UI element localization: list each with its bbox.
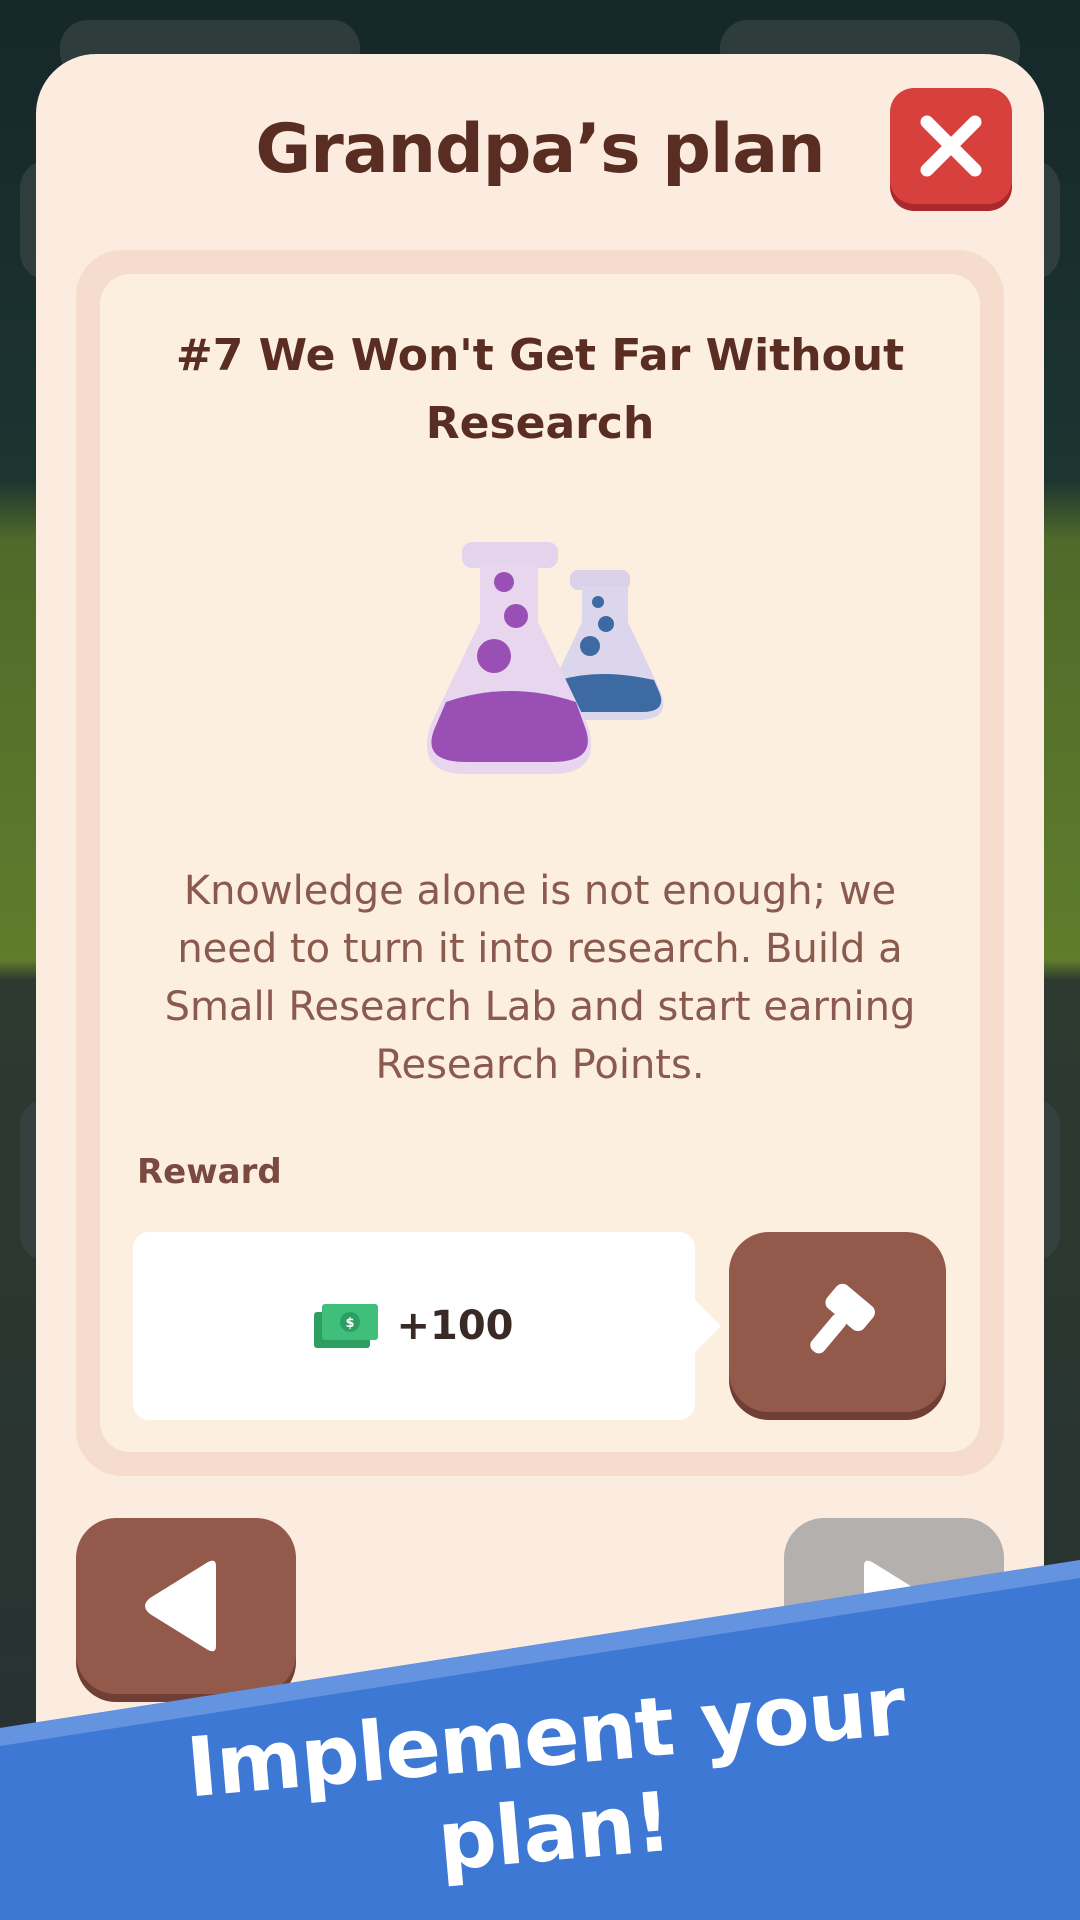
research-flasks-icon [426, 542, 664, 774]
svg-text:$: $ [346, 1316, 355, 1331]
close-button[interactable] [890, 88, 1012, 204]
reward-box: $ +100 [133, 1232, 721, 1420]
quest-description: Knowledge alone is not enough; we need t… [164, 868, 916, 1088]
build-button[interactable] [729, 1232, 946, 1412]
quest-title: #7 We Won't Get Far Without Research [175, 330, 905, 449]
reward-label: Reward [137, 1152, 282, 1192]
previous-quest-button[interactable] [76, 1518, 296, 1694]
cash-icon: $ [314, 1304, 379, 1348]
arrow-left-icon [145, 1560, 216, 1652]
arrow-right-icon [864, 1560, 935, 1652]
close-x-icon [920, 115, 982, 177]
reward-value: +100 [396, 1303, 514, 1349]
hammer-icon [809, 1283, 875, 1354]
